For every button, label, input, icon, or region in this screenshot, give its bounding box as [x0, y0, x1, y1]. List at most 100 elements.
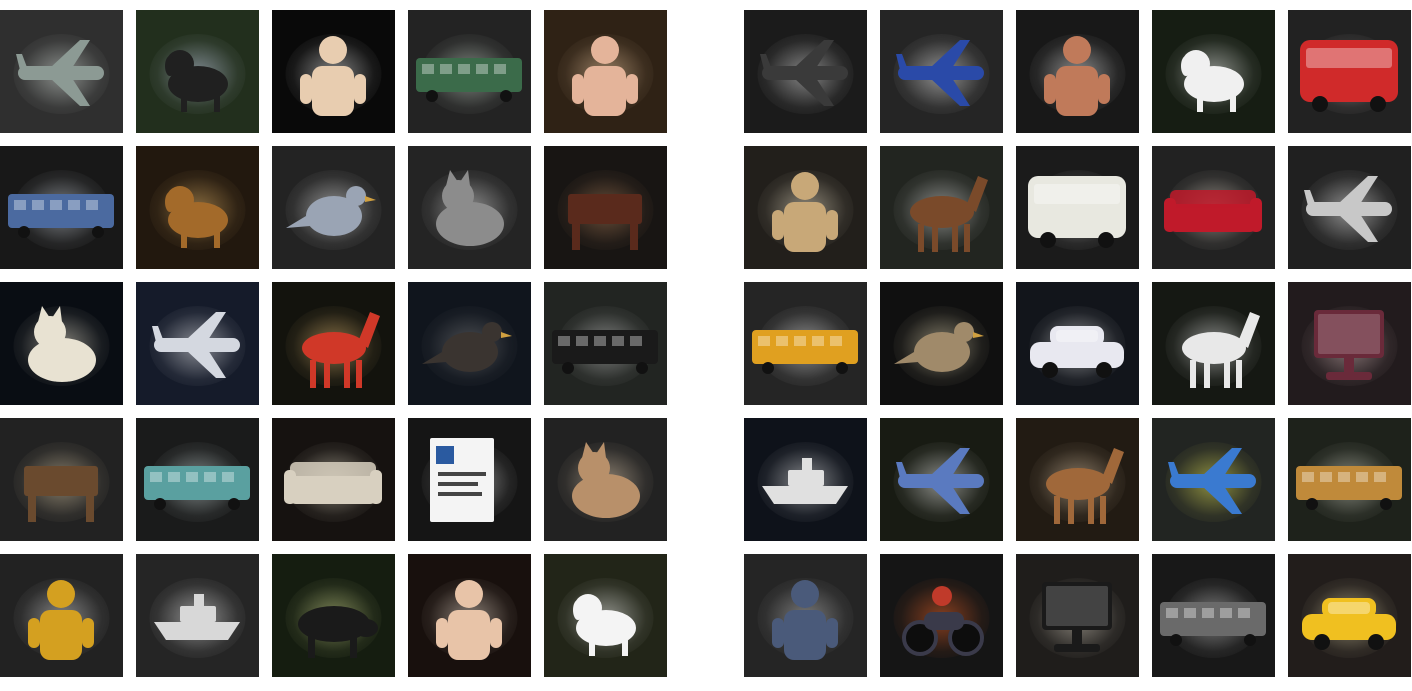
- left-tile-steam-train: [544, 282, 667, 405]
- left-tile-white-dog: [544, 554, 667, 677]
- left-image-grid: [0, 10, 667, 677]
- left-tile-bull: [272, 554, 395, 677]
- left-tile-polar-bear: [0, 282, 123, 405]
- left-tile-people-on-train: [0, 554, 123, 677]
- left-tile-swan: [408, 282, 531, 405]
- grid-left: [0, 10, 667, 677]
- right-tile-small-airplane: [744, 10, 867, 133]
- left-tile-sleeping-cat: [544, 418, 667, 541]
- electric-train-image: [136, 418, 259, 541]
- right-tile-red-bus: [1288, 10, 1411, 133]
- baby-image: [272, 10, 395, 133]
- left-tile-dog-on-skateboard: [136, 10, 259, 133]
- horse-stable-image: [1016, 418, 1139, 541]
- ukraine-airliner-image: [1152, 418, 1275, 541]
- right-tile-freight-train: [1288, 418, 1411, 541]
- right-tile-rally-car: [1016, 282, 1139, 405]
- left-tile-chair: [0, 418, 123, 541]
- living-room-image: [1016, 554, 1139, 677]
- ship-at-night-image: [744, 418, 867, 541]
- right-tile-white-dog-field: [1152, 10, 1275, 133]
- left-tile-pigeon: [272, 146, 395, 269]
- left-tile-woman-drinking: [408, 554, 531, 677]
- chair-image: [0, 418, 123, 541]
- right-tile-prop-plane: [1288, 146, 1411, 269]
- swan-image: [408, 282, 531, 405]
- right-tile-taxi: [1288, 554, 1411, 677]
- left-tile-cat: [408, 146, 531, 269]
- right-tile-people-jumping: [1016, 10, 1139, 133]
- rally-car-image: [1016, 282, 1139, 405]
- left-tile-sofa: [272, 418, 395, 541]
- people-on-train-image: [0, 554, 123, 677]
- sleeping-cat-image: [544, 418, 667, 541]
- white-horse-image: [1152, 282, 1275, 405]
- train-image: [408, 10, 531, 133]
- left-tile-train: [408, 10, 531, 133]
- right-tile-falcon: [880, 282, 1003, 405]
- left-tile-jet-front: [136, 282, 259, 405]
- airliner-image: [880, 10, 1003, 133]
- ottoman-image: [544, 146, 667, 269]
- left-tile-beagle: [136, 146, 259, 269]
- locomotive-image: [0, 146, 123, 269]
- beagle-image: [136, 146, 259, 269]
- jet-front-image: [136, 282, 259, 405]
- left-tile-baby: [272, 10, 395, 133]
- left-tile-boat-in-dark: [136, 554, 259, 677]
- right-tile-living-room: [1016, 554, 1139, 677]
- falcon-image: [880, 282, 1003, 405]
- woman-drinking-image: [408, 554, 531, 677]
- right-image-grid: [744, 10, 1411, 677]
- right-tile-woman-reading: [744, 146, 867, 269]
- right-tile-yellow-train: [744, 282, 867, 405]
- bull-image: [272, 554, 395, 677]
- steam-locomotive-image: [1152, 554, 1275, 677]
- left-tile-girl-on-pony: [272, 282, 395, 405]
- right-tile-horse: [880, 146, 1003, 269]
- horse-image: [880, 146, 1003, 269]
- child-walking-image: [744, 554, 867, 677]
- yellow-train-image: [744, 282, 867, 405]
- grid-right: [744, 10, 1411, 677]
- white-dog-image: [544, 554, 667, 677]
- tv-room-image: [1288, 282, 1411, 405]
- left-tile-ottoman: [544, 146, 667, 269]
- left-tile-boy-at-desk: [544, 10, 667, 133]
- right-tile-city-bus: [1016, 146, 1139, 269]
- sofa-image: [272, 418, 395, 541]
- people-jumping-image: [1016, 10, 1139, 133]
- right-tile-ship-at-night: [744, 418, 867, 541]
- small-airplane-image: [744, 10, 867, 133]
- right-tile-child-walking: [744, 554, 867, 677]
- motorcycle-image: [880, 554, 1003, 677]
- right-tile-steam-locomotive: [1152, 554, 1275, 677]
- left-tile-airplane: [0, 10, 123, 133]
- airplane-image: [0, 10, 123, 133]
- taxi-image: [1288, 554, 1411, 677]
- prop-plane-image: [1288, 146, 1411, 269]
- girl-on-pony-image: [272, 282, 395, 405]
- city-bus-image: [1016, 146, 1139, 269]
- left-tile-sign: [408, 418, 531, 541]
- red-sofa-image: [1152, 146, 1275, 269]
- woman-reading-image: [744, 146, 867, 269]
- right-tile-horse-stable: [1016, 418, 1139, 541]
- right-tile-red-sofa: [1152, 146, 1275, 269]
- right-tile-white-horse: [1152, 282, 1275, 405]
- white-dog-field-image: [1152, 10, 1275, 133]
- sign-image: [408, 418, 531, 541]
- left-tile-electric-train: [136, 418, 259, 541]
- pigeon-image: [272, 146, 395, 269]
- polar-bear-image: [0, 282, 123, 405]
- right-tile-tv-room: [1288, 282, 1411, 405]
- boy-at-desk-image: [544, 10, 667, 133]
- freight-train-image: [1288, 418, 1411, 541]
- cat-image: [408, 146, 531, 269]
- steam-train-image: [544, 282, 667, 405]
- right-tile-ukraine-airliner: [1152, 418, 1275, 541]
- red-bus-image: [1288, 10, 1411, 133]
- right-tile-motorcycle: [880, 554, 1003, 677]
- left-tile-locomotive: [0, 146, 123, 269]
- right-tile-fighter-jet: [880, 418, 1003, 541]
